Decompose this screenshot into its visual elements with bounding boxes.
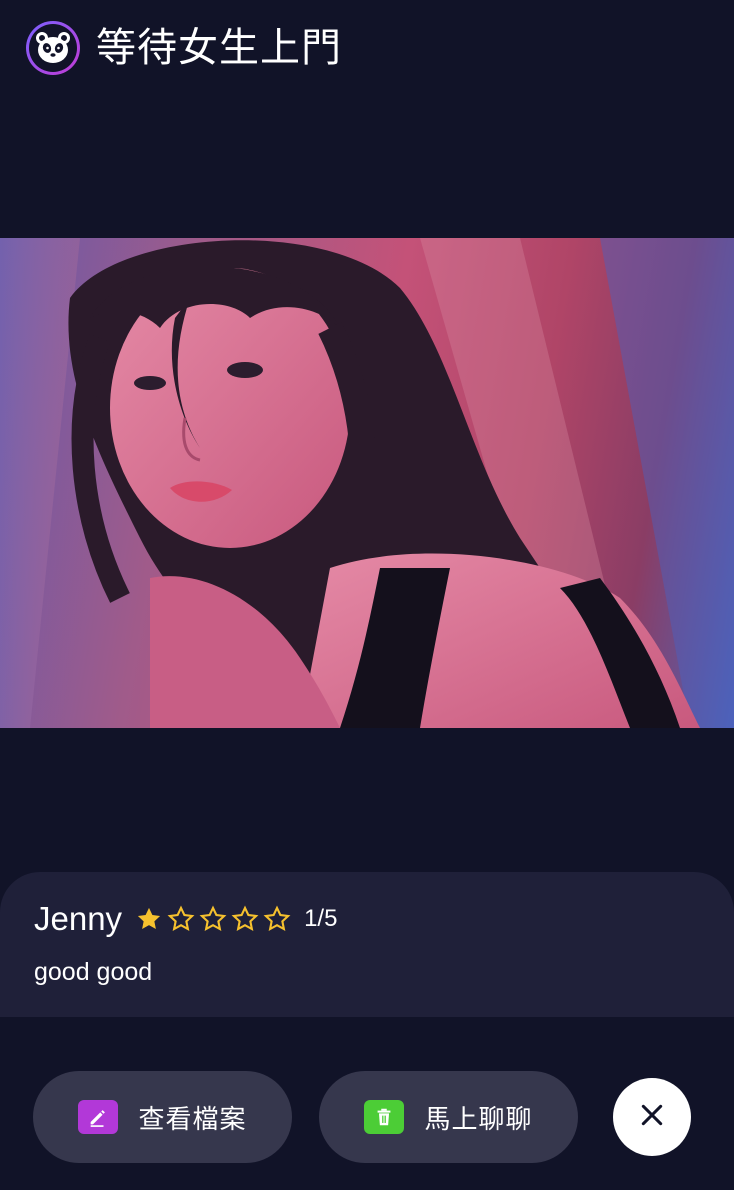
app-screen: 等待女生上門 Jenny 1/5 good good 查看檔案 馬上聊聊 [0, 0, 734, 1190]
star-rating [134, 904, 292, 934]
profile-description: good good [34, 958, 153, 986]
star-empty-icon [230, 904, 260, 934]
profile-name: Jenny [34, 900, 123, 937]
star-filled-icon [134, 904, 164, 934]
header: 等待女生上門 [26, 20, 342, 76]
trash-icon [364, 1100, 405, 1134]
chat-now-button[interactable]: 馬上聊聊 [319, 1071, 578, 1163]
star-empty-icon [166, 904, 196, 934]
panda-icon [29, 24, 77, 72]
view-profile-button[interactable]: 查看檔案 [33, 1071, 292, 1163]
star-empty-icon [262, 904, 292, 934]
page-title: 等待女生上門 [96, 25, 342, 71]
name-row: Jenny 1/5 [34, 900, 337, 938]
edit-icon [78, 1100, 119, 1134]
close-button[interactable] [613, 1078, 691, 1156]
close-icon [639, 1102, 665, 1132]
chat-now-label: 馬上聊聊 [424, 1104, 533, 1135]
rating-text: 1/5 [304, 905, 338, 932]
star-empty-icon [198, 904, 228, 934]
profile-photo [0, 238, 734, 728]
profile-info-card: Jenny 1/5 good good [0, 872, 734, 1017]
view-profile-label: 查看檔案 [138, 1104, 247, 1135]
app-logo[interactable] [26, 21, 80, 75]
